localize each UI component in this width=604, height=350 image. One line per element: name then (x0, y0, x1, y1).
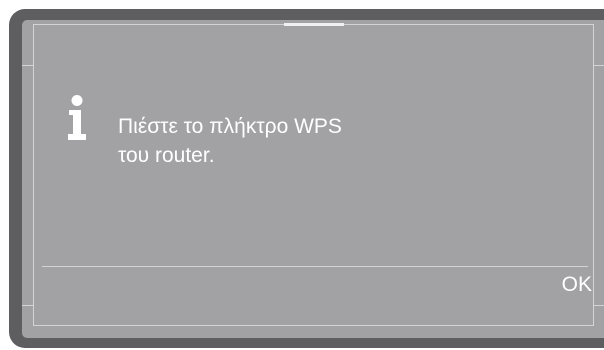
message-line-1: Πιέστε το πλήκτρο WPS (118, 115, 342, 138)
frame-tick-left-bottom (22, 305, 34, 306)
device-frame: Πιέστε το πλήκτρο WPS του router. OK (0, 0, 604, 350)
ok-button[interactable]: OK (532, 270, 592, 300)
frame-tick-left-top (22, 65, 34, 66)
dialog-message: Πιέστε το πλήκτρο WPS του router. (118, 112, 538, 170)
frame-line-right (593, 24, 594, 326)
message-line-2: του router. (118, 144, 215, 167)
display-screen (22, 20, 604, 338)
footer-separator (42, 266, 588, 267)
info-icon (68, 95, 86, 140)
frame-tick-right-bottom (593, 305, 604, 306)
scroll-indicator (284, 23, 344, 26)
frame-line-left (33, 24, 34, 326)
frame-line-bottom (33, 325, 594, 326)
frame-tick-right-top (593, 65, 604, 66)
